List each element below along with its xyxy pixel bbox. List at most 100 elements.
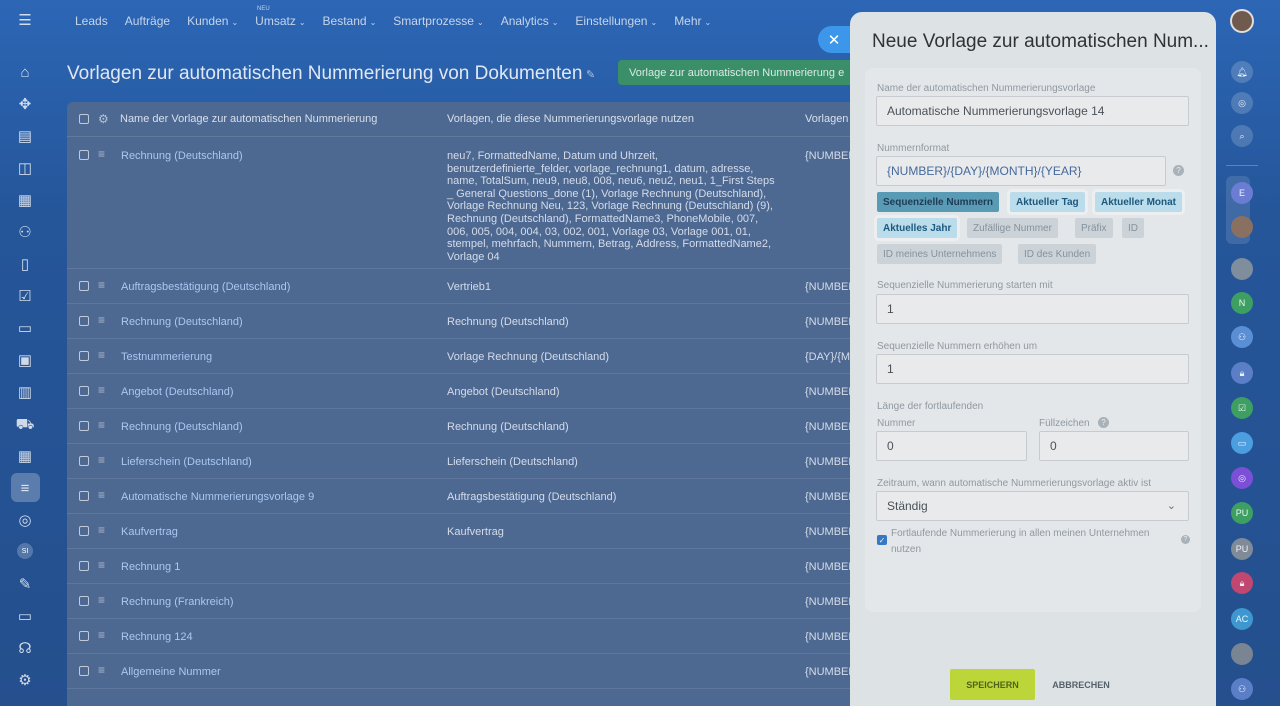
edit-title-icon[interactable]: ✎ <box>586 68 595 81</box>
tag-current-day[interactable]: Aktueller Tag <box>1010 192 1085 212</box>
nav-item-1[interactable]: Aufträge <box>125 14 170 30</box>
table-row[interactable]: ≡ Rechnung 124 {NUMBER} <box>67 619 857 654</box>
create-template-button[interactable]: Vorlage zur automatischen Nummerierung e <box>618 60 858 85</box>
period-select[interactable]: Ständig ⌄ <box>876 491 1189 521</box>
template-name-input[interactable]: Automatische Nummerierungsvorlage 14 <box>876 96 1189 126</box>
lock-icon[interactable]: 🔒︎ <box>1231 362 1253 384</box>
schedule-icon[interactable]: ▦ <box>15 446 35 466</box>
table-row[interactable]: ≡ Rechnung (Frankreich) {NUMBER} <box>67 584 857 619</box>
tag-id[interactable]: ID <box>1122 218 1144 238</box>
people-icon[interactable]: ⚇ <box>1231 678 1253 700</box>
template-name-link[interactable]: Testnummerierung <box>121 351 212 363</box>
puzzle-icon[interactable]: ✥ <box>15 94 35 114</box>
nav-item-4[interactable]: Bestand ⌄ <box>323 14 377 30</box>
row-menu-icon[interactable]: ≡ <box>98 489 105 501</box>
table-row[interactable]: ≡ Kaufvertrag Kaufvertrag {NUMBER} <box>67 514 857 549</box>
row-checkbox[interactable] <box>79 281 89 291</box>
row-checkbox[interactable] <box>79 316 89 326</box>
group-icon[interactable]: ⚇ <box>1231 326 1253 348</box>
template-name-link[interactable]: Rechnung (Deutschland) <box>121 150 243 162</box>
cart-icon[interactable]: ⛟ <box>15 414 35 434</box>
row-menu-icon[interactable]: ≡ <box>98 148 105 160</box>
table-row[interactable]: ≡ Lieferschein (Deutschland) Lieferschein … <box>67 444 857 479</box>
column-header-name[interactable]: Name der Vorlage zur automatischen Numme… <box>120 113 377 125</box>
table-row[interactable]: ≡ Angebot (Deutschland) Angebot (Deutschla… <box>67 374 857 409</box>
tag-current-month[interactable]: Aktueller Monat <box>1095 192 1183 212</box>
nav-item-3[interactable]: Umsatz ⌄ <box>255 14 305 30</box>
chat-badge-pu-1[interactable]: PU <box>1231 502 1253 524</box>
document-icon[interactable]: ▤ <box>15 126 35 146</box>
tag-current-year[interactable]: Aktuelles Jahr <box>877 218 958 238</box>
template-name-link[interactable]: Allgemeine Nummer <box>121 666 221 678</box>
row-checkbox[interactable] <box>79 666 89 676</box>
row-checkbox[interactable] <box>79 596 89 606</box>
chat-badge-ac[interactable]: AC <box>1231 608 1253 630</box>
row-checkbox[interactable] <box>79 150 89 160</box>
row-checkbox[interactable] <box>79 561 89 571</box>
file-icon[interactable]: ▯ <box>15 254 35 274</box>
table-row[interactable]: ≡ Rechnung (Deutschland) Rechnung (Deutsch… <box>67 304 857 339</box>
tasks-icon[interactable]: ☑ <box>15 286 35 306</box>
fill-char-input[interactable]: 0 <box>1039 431 1189 461</box>
tag-random-number[interactable]: Zufällige Nummer <box>967 218 1058 238</box>
message-icon[interactable]: ▭ <box>1231 432 1253 454</box>
tag-client-id[interactable]: ID des Kunden <box>1018 244 1097 264</box>
edit-icon[interactable]: ✎ <box>15 574 35 594</box>
number-format-input[interactable]: {NUMBER}/{DAY}/{MONTH}/{YEAR} <box>876 156 1166 186</box>
filter-icon[interactable]: ≡ <box>15 478 35 498</box>
nav-item-0[interactable]: Leads <box>75 14 108 30</box>
save-button[interactable]: SPEICHERN <box>950 669 1035 700</box>
row-menu-icon[interactable]: ≡ <box>98 454 105 466</box>
share-numbering-checkbox[interactable]: ✓ <box>877 535 887 545</box>
close-panel-button[interactable]: ✕ <box>818 26 850 53</box>
row-menu-icon[interactable]: ≡ <box>98 664 105 676</box>
row-menu-icon[interactable]: ≡ <box>98 419 105 431</box>
search-icon[interactable]: ⌕ <box>1231 125 1253 147</box>
template-name-link[interactable]: Rechnung 1 <box>121 561 180 573</box>
card-icon[interactable]: ▭ <box>15 606 35 626</box>
chat-avatar-2[interactable] <box>1231 258 1253 280</box>
table-row[interactable]: ≡ Rechnung (Deutschland) Rechnung (Deutsch… <box>67 409 857 444</box>
row-menu-icon[interactable]: ≡ <box>98 349 105 361</box>
length-input[interactable]: 0 <box>876 431 1027 461</box>
start-number-input[interactable]: 1 <box>876 294 1189 324</box>
table-row[interactable]: ≡ Allgemeine Nummer {NUMBER} <box>67 654 857 689</box>
gear-icon[interactable]: ⚙ <box>98 112 109 126</box>
table-row[interactable]: ≡ Automatische Nummerierungsvorlage 9 Auft… <box>67 479 857 514</box>
nav-item-7[interactable]: Einstellungen ⌄ <box>575 14 657 30</box>
select-all-checkbox[interactable] <box>79 114 89 124</box>
table-row[interactable]: ≡ Rechnung (Deutschland) neu7, FormattedNa… <box>67 138 857 269</box>
target-icon[interactable]: ◎ <box>15 510 35 530</box>
chat-badge-pu-2[interactable]: PU <box>1231 538 1253 560</box>
nav-item-2[interactable]: Kunden ⌄ <box>187 14 238 30</box>
template-name-link[interactable]: Rechnung (Frankreich) <box>121 596 234 608</box>
template-name-link[interactable]: Angebot (Deutschland) <box>121 386 234 398</box>
inventory-icon[interactable]: ▭ <box>15 318 35 338</box>
row-checkbox[interactable] <box>79 421 89 431</box>
chat-e-icon[interactable]: E <box>1231 182 1253 204</box>
row-checkbox[interactable] <box>79 526 89 536</box>
row-menu-icon[interactable]: ≡ <box>98 279 105 291</box>
chat-icon[interactable]: ◫ <box>15 158 35 178</box>
row-menu-icon[interactable]: ≡ <box>98 314 105 326</box>
contacts-icon[interactable]: ⚇ <box>15 222 35 242</box>
template-name-link[interactable]: Rechnung (Deutschland) <box>121 316 243 328</box>
fill-help-icon[interactable]: ? <box>1098 417 1109 428</box>
step-number-input[interactable]: 1 <box>876 354 1189 384</box>
row-checkbox[interactable] <box>79 491 89 501</box>
target-circle-icon[interactable]: ◎ <box>1231 467 1253 489</box>
row-menu-icon[interactable]: ≡ <box>98 384 105 396</box>
row-checkbox[interactable] <box>79 351 89 361</box>
home-icon[interactable]: ⌂ <box>15 62 35 82</box>
row-menu-icon[interactable]: ≡ <box>98 524 105 536</box>
cancel-button[interactable]: ABBRECHEN <box>1042 669 1120 700</box>
nav-item-6[interactable]: Analytics ⌄ <box>501 14 559 30</box>
chat-avatar-1[interactable] <box>1231 216 1253 238</box>
checkbox-help-icon[interactable]: ? <box>1181 535 1190 544</box>
menu-icon[interactable]: ☰ <box>15 10 35 30</box>
template-name-link[interactable]: Lieferschein (Deutschland) <box>121 456 252 468</box>
template-name-link[interactable]: Rechnung (Deutschland) <box>121 421 243 433</box>
settings-icon[interactable]: ⚙ <box>15 670 35 690</box>
check-icon[interactable]: ☑ <box>1231 397 1253 419</box>
headset-icon[interactable]: ☊ <box>15 638 35 658</box>
